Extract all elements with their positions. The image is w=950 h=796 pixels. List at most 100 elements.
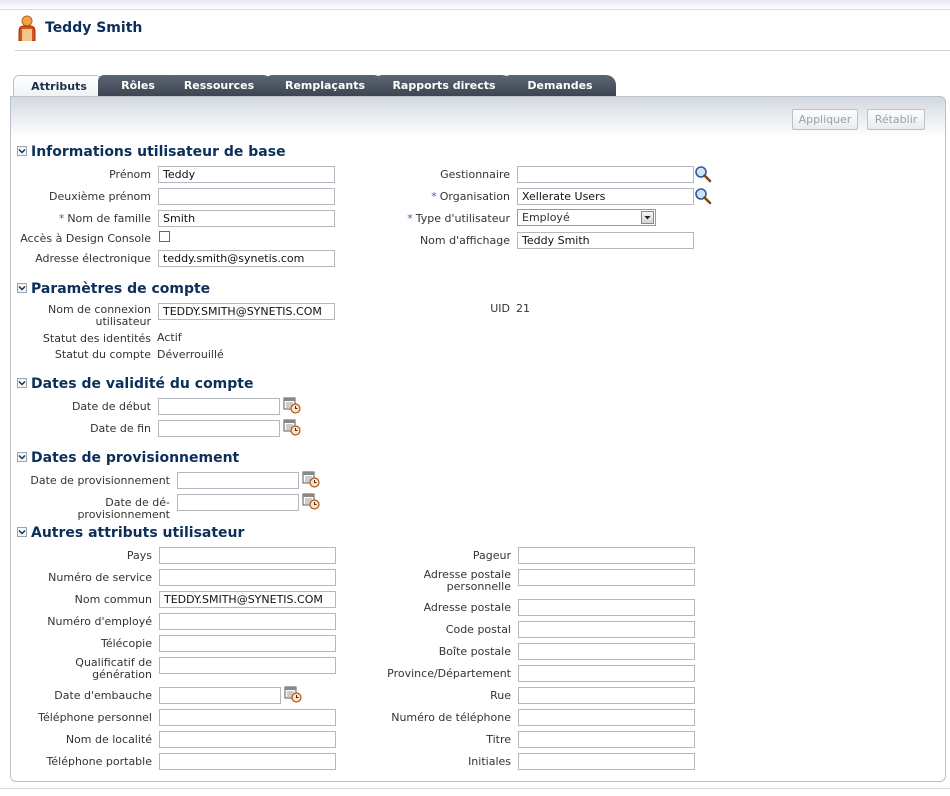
- start-date-input[interactable]: [158, 398, 280, 415]
- tab-rapports-directs[interactable]: Rapports directs: [376, 75, 512, 97]
- user-type-value: Employé: [522, 211, 570, 224]
- section-provisioning-dates[interactable]: Dates de provisionnement: [17, 450, 239, 468]
- section-account-settings[interactable]: Paramètres de compte: [17, 281, 210, 299]
- fax-input[interactable]: [159, 635, 336, 652]
- deprovisioning-date-input[interactable]: [177, 494, 299, 511]
- required-marker: *: [58, 212, 65, 225]
- calendar-icon[interactable]: [283, 396, 301, 414]
- last-name-input[interactable]: Smith: [158, 210, 335, 227]
- employee-number-input[interactable]: [159, 613, 336, 630]
- po-box-label: Boîte postale: [438, 645, 511, 658]
- section-basic-info[interactable]: Informations utilisateur de base: [17, 144, 286, 162]
- provisioning-date-input[interactable]: [177, 472, 299, 489]
- province-input[interactable]: [518, 665, 695, 682]
- collapse-chevron-icon[interactable]: [17, 527, 27, 537]
- login-name-label: Nom de connexion utilisateur: [48, 303, 151, 328]
- service-number-input[interactable]: [159, 569, 336, 586]
- postal-code-label: Code postal: [445, 623, 511, 636]
- country-input[interactable]: [159, 547, 336, 564]
- section-title: Informations utilisateur de base: [31, 144, 286, 160]
- middle-name-input[interactable]: [158, 188, 335, 205]
- end-date-label: Date de fin: [90, 422, 151, 435]
- email-label: Adresse électronique: [35, 252, 151, 265]
- last-name-label: * Nom de famille: [58, 212, 151, 225]
- manager-label: Gestionnaire: [440, 168, 510, 181]
- magnifier-icon[interactable]: [694, 187, 712, 205]
- uid-label: UID: [490, 302, 510, 315]
- reset-button[interactable]: Rétablir: [867, 109, 925, 130]
- fax-label: Télécopie: [100, 637, 152, 650]
- email-input[interactable]: teddy.smith@synetis.com: [158, 250, 335, 267]
- home-phone-input[interactable]: [159, 709, 336, 726]
- phone-number-input[interactable]: [518, 709, 695, 726]
- first-name-input[interactable]: Teddy: [158, 166, 335, 183]
- tab-attributs[interactable]: Attributs: [13, 75, 105, 98]
- calendar-icon[interactable]: [302, 492, 320, 510]
- section-validity-dates[interactable]: Dates de validité du compte: [17, 376, 253, 394]
- bottom-divider: [0, 788, 950, 789]
- home-postal-address-input[interactable]: [518, 569, 695, 586]
- uid-value: 21: [516, 302, 530, 315]
- street-input[interactable]: [518, 687, 695, 704]
- calendar-icon[interactable]: [284, 685, 302, 703]
- hire-date-input[interactable]: [159, 687, 281, 704]
- design-console-label: Accès à Design Console: [20, 232, 151, 245]
- user-type-label: * Type d'utilisateur: [407, 212, 510, 225]
- generation-qualifier-input[interactable]: [159, 657, 336, 674]
- account-status-value: Déverrouillé: [157, 348, 224, 361]
- common-name-label: Nom commun: [74, 593, 152, 606]
- top-gradient-bar: [0, 0, 950, 10]
- first-name-label: Prénom: [109, 168, 151, 181]
- design-console-checkbox[interactable]: [159, 231, 170, 242]
- display-name-input[interactable]: Teddy Smith: [517, 232, 694, 249]
- pager-input[interactable]: [518, 547, 695, 564]
- dropdown-arrow-icon[interactable]: [641, 211, 654, 224]
- person-icon: [18, 15, 36, 41]
- calendar-icon[interactable]: [302, 470, 320, 488]
- mobile-phone-input[interactable]: [159, 753, 336, 770]
- organization-input[interactable]: Xellerate Users: [517, 188, 694, 205]
- tab-bar: Attributs Rôles Ressources Remplaçants R…: [10, 75, 950, 98]
- tab-ressources[interactable]: Ressources: [165, 75, 273, 97]
- postal-code-input[interactable]: [518, 621, 695, 638]
- postal-address-input[interactable]: [518, 599, 695, 616]
- hire-date-label: Date d'embauche: [54, 689, 152, 702]
- title-input[interactable]: [518, 731, 695, 748]
- section-title: Paramètres de compte: [31, 281, 211, 297]
- manager-input[interactable]: [517, 166, 694, 183]
- tab-demandes[interactable]: Demandes: [504, 75, 616, 97]
- magnifier-icon[interactable]: [694, 165, 712, 183]
- initials-label: Initiales: [468, 755, 511, 768]
- display-name-label: Nom d'affichage: [419, 234, 510, 247]
- po-box-input[interactable]: [518, 643, 695, 660]
- collapse-chevron-icon[interactable]: [17, 452, 27, 462]
- collapse-chevron-icon[interactable]: [17, 283, 27, 293]
- common-name-input[interactable]: TEDDY.SMITH@SYNETIS.COM: [159, 591, 336, 608]
- required-marker: *: [407, 212, 413, 225]
- collapse-chevron-icon[interactable]: [17, 378, 27, 388]
- user-type-select[interactable]: Employé: [517, 209, 656, 226]
- locality-input[interactable]: [159, 731, 336, 748]
- provisioning-date-label: Date de provisionnement: [30, 474, 170, 487]
- street-label: Rue: [490, 689, 511, 702]
- tab-remplacants[interactable]: Remplaçants: [266, 75, 384, 97]
- phone-number-label: Numéro de téléphone: [391, 711, 511, 724]
- title-divider: [15, 50, 950, 51]
- section-title: Autres attributs utilisateur: [31, 525, 245, 541]
- login-name-input[interactable]: TEDDY.SMITH@SYNETIS.COM: [158, 303, 335, 320]
- deprovisioning-date-label: Date de dé-provisionnement: [77, 496, 170, 521]
- apply-button[interactable]: Appliquer: [792, 109, 858, 130]
- account-status-label: Statut du compte: [54, 348, 151, 361]
- province-label: Province/Département: [387, 667, 511, 680]
- employee-number-label: Numéro d'employé: [47, 615, 152, 628]
- collapse-chevron-icon[interactable]: [17, 146, 27, 156]
- service-number-label: Numéro de service: [48, 571, 152, 584]
- page-header: Teddy Smith: [0, 10, 950, 51]
- section-title: Dates de provisionnement: [31, 450, 240, 466]
- initials-input[interactable]: [518, 753, 695, 770]
- end-date-input[interactable]: [158, 420, 280, 437]
- identity-status-label: Statut des identités: [42, 332, 151, 345]
- start-date-label: Date de début: [71, 400, 151, 413]
- calendar-icon[interactable]: [283, 418, 301, 436]
- section-other-attributes[interactable]: Autres attributs utilisateur: [17, 525, 244, 543]
